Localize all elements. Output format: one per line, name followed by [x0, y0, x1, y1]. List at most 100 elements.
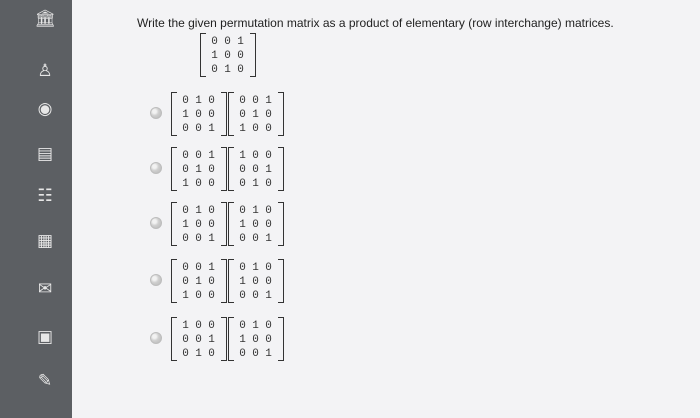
option-left-matrix: 100001010: [171, 317, 227, 361]
matrix-cell: 0: [265, 262, 272, 274]
matrix-row: 100: [179, 289, 235, 303]
matrix-cell: 0: [195, 123, 202, 135]
matrix-cell: 0: [208, 219, 215, 231]
matrix-row: 001: [236, 289, 292, 303]
matrix-row: 100: [236, 275, 292, 289]
option-right-matrix: 001010100: [228, 92, 284, 136]
option-radio[interactable]: [150, 332, 162, 344]
list-icon[interactable]: ▤: [34, 143, 56, 165]
globe-icon[interactable]: ◉: [34, 98, 56, 120]
matrix-row: 001: [179, 261, 235, 275]
matrix-cell: 0: [208, 178, 215, 190]
matrix-row: 100: [236, 218, 292, 232]
matrix-row: 010: [179, 347, 235, 361]
matrix-row: 001: [236, 347, 292, 361]
option-radio[interactable]: [150, 274, 162, 286]
matrix-row: 010: [236, 177, 292, 191]
matrix-cell: 0: [208, 320, 215, 332]
mail-icon[interactable]: ✉: [34, 278, 56, 300]
matrix-cell: 0: [252, 334, 259, 346]
matrix-row: 100: [179, 319, 235, 333]
chat-icon[interactable]: ▣: [34, 326, 56, 348]
left-bracket: [171, 259, 177, 303]
matrix-row: 100: [208, 49, 264, 63]
matrix-cell: 0: [182, 205, 189, 217]
matrix-cell: 0: [182, 95, 189, 107]
matrix-cell: 0: [195, 290, 202, 302]
option-radio[interactable]: [150, 217, 162, 229]
left-bracket: [171, 92, 177, 136]
matrix-row: 001: [179, 232, 235, 246]
left-bracket: [171, 147, 177, 191]
matrix-cell: 0: [195, 233, 202, 245]
left-bracket: [228, 147, 234, 191]
option-left-matrix: 010100001: [171, 202, 227, 246]
matrix-cell: 0: [182, 276, 189, 288]
left-bracket: [228, 259, 234, 303]
matrix-cell: 1: [211, 50, 218, 62]
option-right-matrix: 100001010: [228, 147, 284, 191]
matrix-cell: 1: [195, 276, 202, 288]
matrix-row: 100: [236, 122, 292, 136]
matrix-cell: 1: [265, 348, 272, 360]
matrix-cell: 1: [182, 290, 189, 302]
matrix-cell: 0: [252, 95, 259, 107]
edit-icon[interactable]: ✎: [34, 370, 56, 392]
matrix-cell: 0: [252, 290, 259, 302]
matrix-cell: 1: [252, 205, 259, 217]
matrix-cell: 0: [182, 150, 189, 162]
option-right-matrix: 010100001: [228, 317, 284, 361]
matrix-cell: 1: [208, 233, 215, 245]
matrix-cell: 0: [182, 262, 189, 274]
left-bracket: [171, 317, 177, 361]
matrix-cell: 1: [195, 95, 202, 107]
content-panel: Write the given permutation matrix as a …: [72, 0, 700, 418]
matrix-cell: 1: [208, 262, 215, 274]
matrix-cell: 1: [265, 233, 272, 245]
matrix-row: 100: [179, 177, 235, 191]
matrix-row: 010: [236, 261, 292, 275]
option-right-matrix: 010100001: [228, 259, 284, 303]
matrix-cell: 0: [195, 320, 202, 332]
matrix-row: 100: [179, 108, 235, 122]
matrix-cell: 1: [265, 290, 272, 302]
option-radio[interactable]: [150, 107, 162, 119]
option-left-matrix: 001010100: [171, 259, 227, 303]
matrix-row: 100: [179, 218, 235, 232]
matrix-cell: 0: [252, 276, 259, 288]
question-text: Write the given permutation matrix as a …: [137, 16, 614, 30]
matrix-row: 001: [179, 122, 235, 136]
matrix-cell: 0: [224, 50, 231, 62]
matrix-row: 010: [208, 63, 264, 77]
matrix-cell: 0: [239, 320, 246, 332]
matrix-cell: 1: [208, 334, 215, 346]
matrix-cell: 0: [195, 262, 202, 274]
calendar-icon[interactable]: ▦: [34, 230, 56, 252]
matrix-cell: 0: [239, 178, 246, 190]
left-bracket: [200, 33, 206, 77]
matrix-cell: 0: [252, 150, 259, 162]
matrix-cell: 0: [208, 290, 215, 302]
matrix-cell: 0: [208, 348, 215, 360]
matrix-row: 010: [179, 204, 235, 218]
matrix-cell: 0: [182, 233, 189, 245]
option-left-matrix: 010100001: [171, 92, 227, 136]
matrix-row: 001: [236, 163, 292, 177]
option-radio[interactable]: [150, 162, 162, 174]
matrix-row: 010: [179, 275, 235, 289]
matrix-cell: 0: [265, 219, 272, 231]
matrix-cell: 0: [208, 276, 215, 288]
matrix-cell: 0: [195, 334, 202, 346]
matrix-cell: 1: [252, 262, 259, 274]
matrix-cell: 0: [237, 64, 244, 76]
matrix-cell: 0: [239, 348, 246, 360]
bank-icon[interactable]: 🏛: [34, 8, 56, 30]
person-icon[interactable]: ♙: [34, 60, 56, 82]
matrix-cell: 0: [239, 95, 246, 107]
matrix-cell: 1: [252, 320, 259, 332]
matrix-cell: 0: [195, 219, 202, 231]
matrix-cell: 0: [182, 334, 189, 346]
group-icon[interactable]: ☷: [34, 185, 56, 207]
matrix-row: 100: [236, 333, 292, 347]
matrix-cell: 1: [252, 178, 259, 190]
